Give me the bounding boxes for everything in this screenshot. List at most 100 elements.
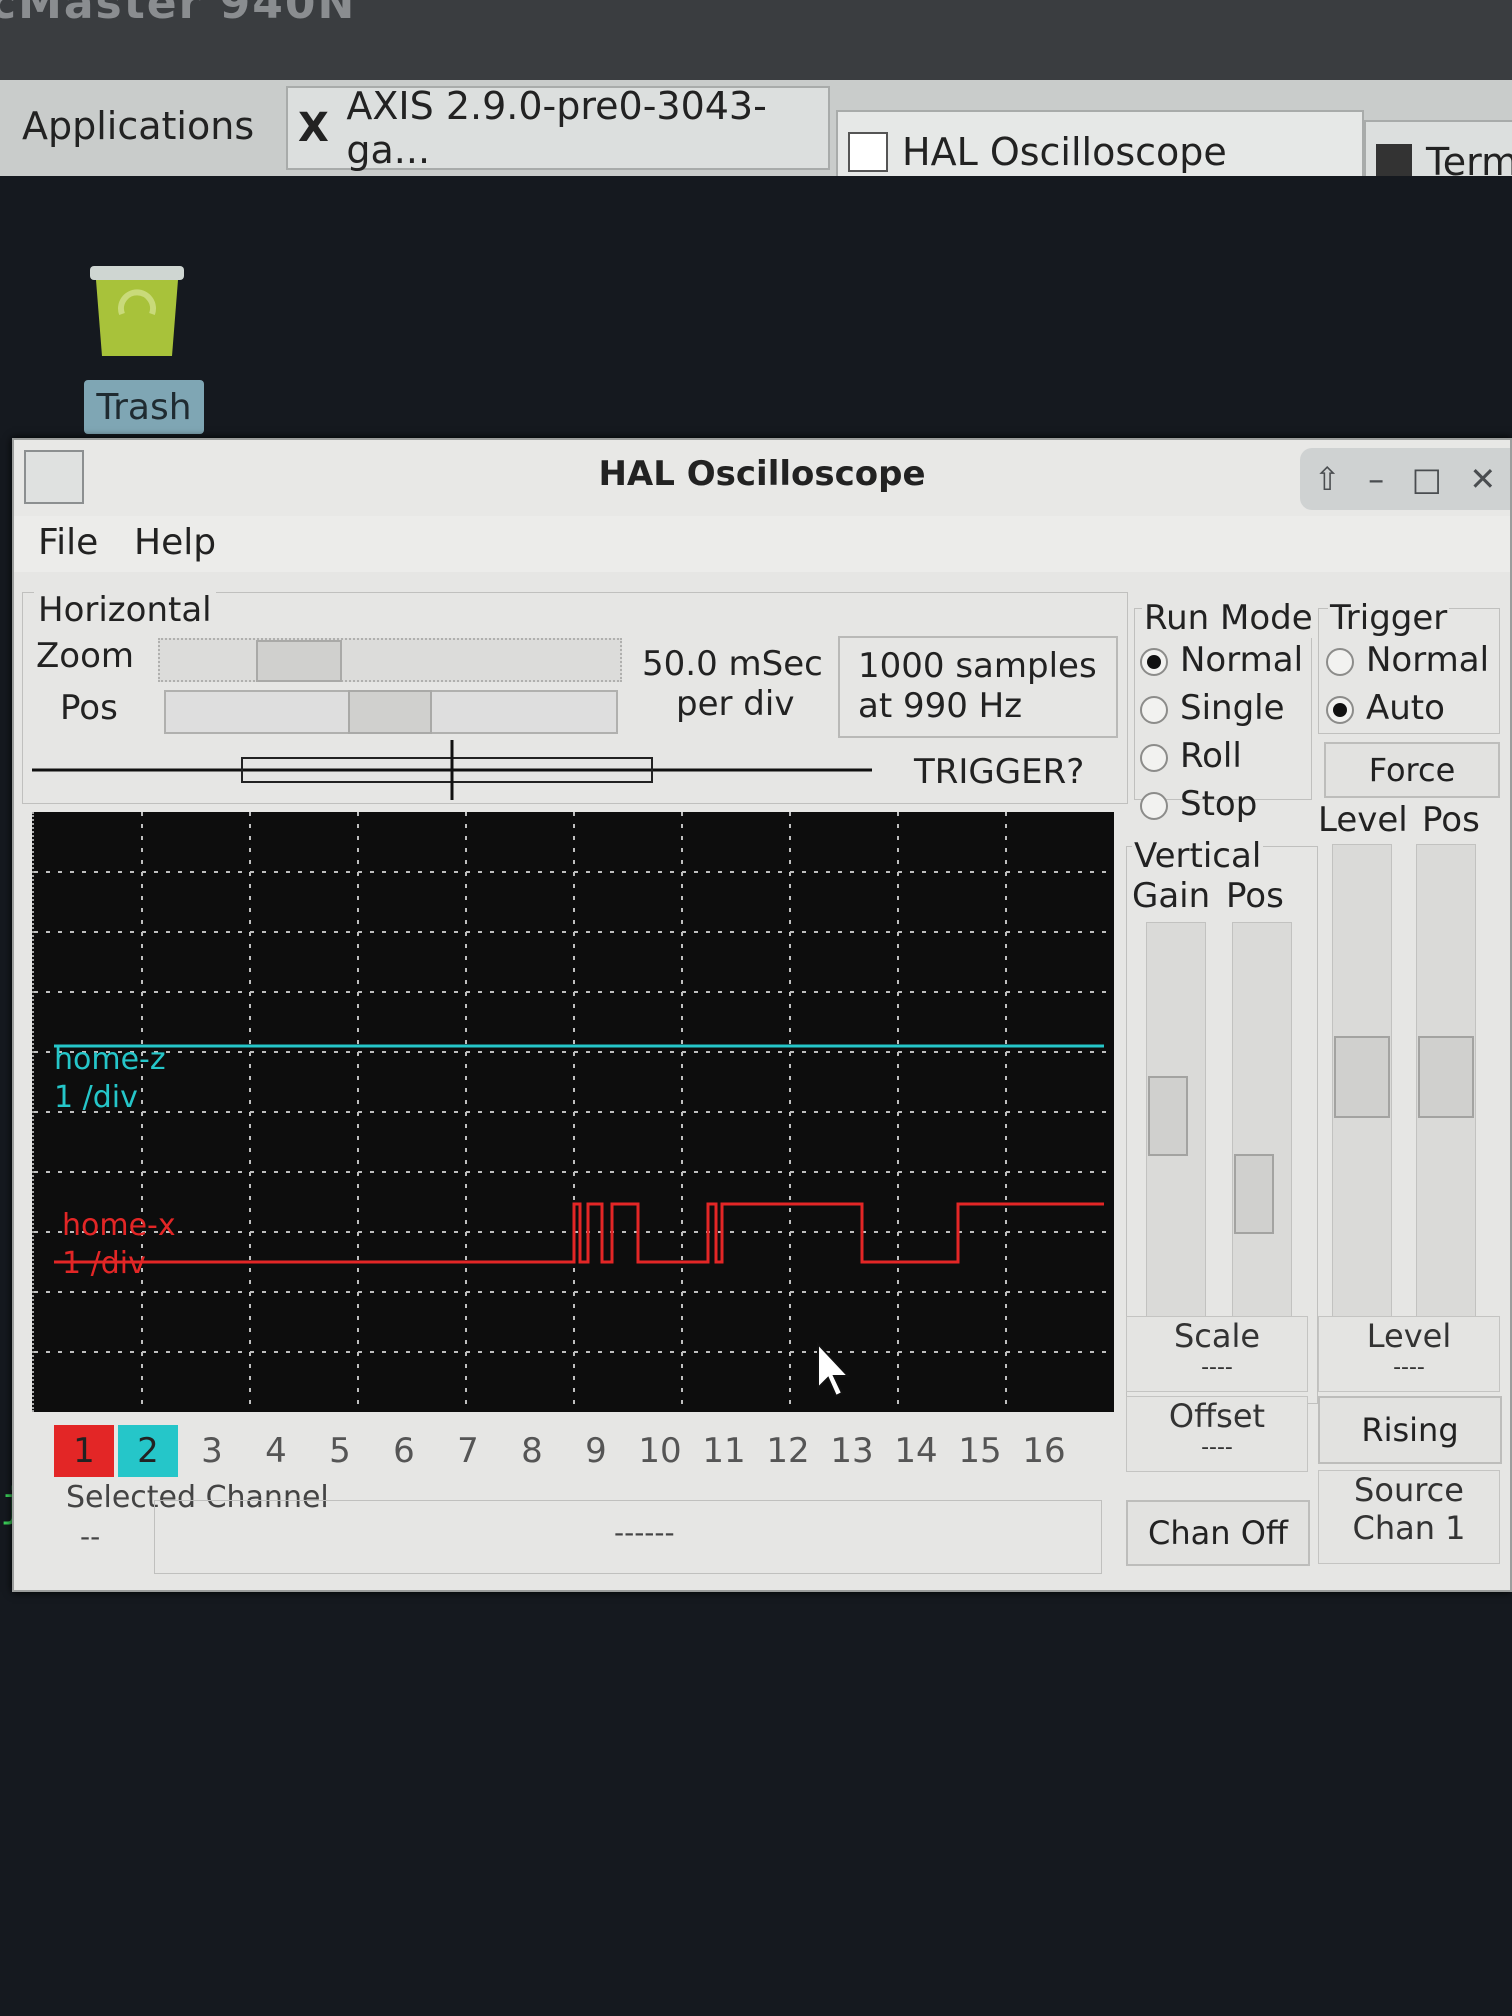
run-mode-radio-label: Normal [1180,640,1304,680]
window-icon [848,132,888,172]
trigger-edge-button[interactable]: Rising [1318,1396,1502,1464]
offset-value: ---- [1201,1435,1233,1460]
trigger-mode-radio-auto[interactable]: Auto [1326,688,1445,728]
applications-label: Applications [22,104,255,148]
run-mode-radio-single[interactable]: Single [1140,688,1285,728]
scale-label: Scale [1173,1317,1261,1355]
trigger-mode-radio-label: Auto [1366,688,1445,728]
scope-display[interactable] [32,812,1114,1412]
channel-tab-8[interactable]: 8 [502,1425,562,1477]
run-mode-label: Run Mode [1142,598,1315,638]
time-per-div-line2: per div [676,684,795,724]
trigger-level-box[interactable]: Level ---- [1318,1316,1500,1392]
radio-indicator-icon [1140,695,1168,724]
channel-tab-1[interactable]: 1 [54,1425,114,1477]
maximize-icon[interactable]: □ [1412,460,1442,498]
zoom-slider[interactable] [158,638,622,682]
run-mode-radio-label: Single [1180,688,1285,728]
record-position-bar[interactable] [32,740,882,800]
trigger-mode-radio-label: Normal [1366,640,1490,680]
samples-line1: 1000 samples [858,646,1097,686]
selected-channel-value: -- [80,1520,101,1553]
channel-tab-6[interactable]: 6 [374,1425,434,1477]
channel-tab-11[interactable]: 11 [694,1425,754,1477]
run-mode-radio-roll[interactable]: Roll [1140,736,1242,776]
taskbar-hal-label: HAL Oscilloscope [902,130,1227,174]
trigger-pos-thumb[interactable] [1418,1036,1474,1118]
monitor-brand-label: cMaster 940N [0,0,357,29]
menu-help[interactable]: Help [134,522,216,563]
trigger-pos-slider-label: Pos [1422,800,1480,840]
title-bar[interactable]: HAL Oscilloscope ⇧ – □ ✕ [14,440,1510,517]
horizontal-group-label: Horizontal [34,590,216,630]
scale-value: ---- [1201,1355,1233,1380]
channel-tab-10[interactable]: 10 [630,1425,690,1477]
taskbar-item-axis[interactable]: X AXIS 2.9.0-pre0-3043-ga... [286,84,830,172]
close-icon[interactable]: ✕ [1469,460,1496,498]
terminal-icon [1376,144,1412,180]
trigger-level-slider-label: Level [1318,800,1408,840]
channel-tab-12[interactable]: 12 [758,1425,818,1477]
channel-tab-16[interactable]: 16 [1014,1425,1074,1477]
run-mode-radio-normal[interactable]: Normal [1140,640,1303,680]
trash-icon[interactable] [82,244,192,364]
radio-indicator-icon [1326,647,1354,676]
radio-indicator-icon [1326,695,1354,724]
run-mode-radio-label: Roll [1180,736,1242,776]
vertical-label: Vertical [1132,836,1264,876]
hal-oscilloscope-window: HAL Oscilloscope ⇧ – □ ✕ File Help Horiz… [12,438,1512,1592]
channel-tab-7[interactable]: 7 [438,1425,498,1477]
menu-bar: File Help [14,516,1510,572]
offset-label: Offset [1168,1397,1266,1435]
channel-tab-4[interactable]: 4 [246,1425,306,1477]
minimize-icon[interactable]: – [1368,460,1384,498]
window-controls: ⇧ – □ ✕ [1300,448,1510,510]
pos-slider-thumb[interactable] [348,690,432,734]
taskbar-axis-label: AXIS 2.9.0-pre0-3043-ga... [346,84,767,172]
window-title: HAL Oscilloscope [598,454,926,494]
channel-tab-13[interactable]: 13 [822,1425,882,1477]
vertical-pos-slider[interactable] [1232,922,1292,1384]
time-per-div-line1: 50.0 mSec [642,644,823,684]
x-app-icon: X [298,105,329,151]
channel-tab-15[interactable]: 15 [950,1425,1010,1477]
taskbar: Applications X AXIS 2.9.0-pre0-3043-ga..… [0,80,1512,204]
trace-label-home-x: home-x [62,1208,176,1243]
vertical-pos-thumb[interactable] [1234,1154,1274,1234]
applications-menu-button[interactable]: Applications [0,86,300,166]
trigger-label: Trigger [1328,598,1450,638]
trash-label[interactable]: Trash [84,380,204,434]
scale-box[interactable]: Scale ---- [1126,1316,1308,1392]
pos-label: Pos [60,688,118,728]
trigger-mode-radio-normal[interactable]: Normal [1326,640,1489,680]
zoom-slider-thumb[interactable] [256,640,342,682]
trigger-level-label: Level [1366,1317,1452,1355]
trigger-source-box[interactable]: Source Chan 1 [1318,1470,1500,1564]
run-mode-radio-stop[interactable]: Stop [1140,784,1257,824]
run-mode-radio-label: Stop [1180,784,1258,824]
channel-tab-2[interactable]: 2 [118,1425,178,1477]
menu-file[interactable]: File [38,522,98,563]
radio-indicator-icon [1140,743,1168,772]
channel-tab-14[interactable]: 14 [886,1425,946,1477]
mouse-cursor-icon [817,1341,851,1398]
channel-status-value: ------ [614,1516,675,1549]
trigger-source-line1: Source [1354,1471,1464,1509]
trace-scale-home-z: 1 /div [54,1080,138,1115]
trace-scale-home-x: 1 /div [62,1246,146,1281]
force-button[interactable]: Force [1324,742,1500,798]
trigger-level-value: ---- [1393,1355,1425,1380]
radio-indicator-icon [1140,791,1168,820]
trigger-level-thumb[interactable] [1334,1036,1390,1118]
channel-tab-9[interactable]: 9 [566,1425,626,1477]
radio-indicator-icon [1140,647,1168,676]
channel-tab-3[interactable]: 3 [182,1425,242,1477]
trigger-status: TRIGGER? [914,752,1085,792]
vertical-gain-thumb[interactable] [1148,1076,1188,1156]
offset-box[interactable]: Offset ---- [1126,1396,1308,1472]
vertical-pos-label: Pos [1226,876,1284,916]
chan-off-button[interactable]: Chan Off [1126,1500,1310,1566]
channel-tab-5[interactable]: 5 [310,1425,370,1477]
trace-label-home-z: home-z [54,1042,166,1077]
shade-icon[interactable]: ⇧ [1314,460,1341,498]
